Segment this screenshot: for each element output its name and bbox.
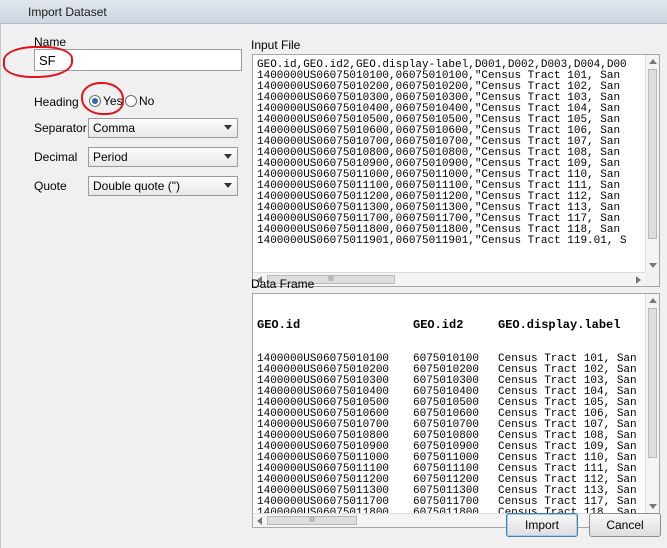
data-frame-horizontal-scrollbar[interactable]: III — [253, 513, 645, 527]
input-file-vertical-scrollbar[interactable] — [645, 55, 659, 272]
heading-label: Heading — [34, 95, 79, 109]
heading-no-label: No — [139, 94, 155, 108]
heading-no-radio[interactable] — [125, 95, 137, 107]
data-frame-vertical-scrollbar[interactable] — [645, 294, 659, 513]
scroll-up-icon[interactable] — [649, 298, 657, 303]
quote-select[interactable]: Double quote (") — [88, 176, 238, 196]
column-header: GEO.id — [257, 318, 301, 332]
data-frame-rows: 1400000US06075010100 6075010100 Census Tra… — [257, 354, 637, 528]
name-label: Name — [34, 35, 67, 49]
decimal-value: Period — [93, 150, 128, 164]
chevron-down-icon — [224, 125, 232, 130]
heading-yes-radio[interactable] — [89, 95, 101, 107]
scroll-right-icon[interactable] — [636, 276, 641, 284]
decimal-label: Decimal — [34, 150, 78, 164]
separator-label: Separator — [34, 121, 87, 135]
data-frame-label: Data Frame — [251, 277, 315, 291]
scroll-down-icon[interactable] — [649, 263, 657, 268]
scroll-up-icon[interactable] — [649, 59, 657, 64]
heading-yes-option[interactable]: Yes — [89, 94, 123, 108]
scroll-down-icon[interactable] — [649, 504, 657, 509]
column-header: GEO.id2 — [413, 318, 464, 332]
column-header: GEO.display.label — [498, 318, 621, 332]
input-file-label: Input File — [251, 38, 301, 52]
import-button[interactable]: Import — [506, 513, 578, 537]
quote-label: Quote — [34, 179, 67, 193]
data-frame-horizontal-thumb[interactable]: III — [267, 516, 357, 525]
quote-value: Double quote (") — [93, 179, 180, 193]
data-frame-vertical-thumb[interactable] — [648, 308, 657, 458]
data-frame-header-row: GEO.id GEO.id2 GEO.display.label — [257, 319, 637, 332]
chevron-down-icon — [224, 154, 232, 159]
name-input[interactable] — [34, 49, 242, 71]
data-frame-table: GEO.id GEO.id2 GEO.display.label 1400000… — [257, 297, 637, 528]
input-file-vertical-thumb[interactable] — [648, 69, 657, 239]
import-dataset-dialog: Name Heading Yes No Separator Comma Deci… — [0, 24, 667, 548]
heading-no-option[interactable]: No — [125, 94, 154, 108]
scroll-left-icon[interactable] — [257, 517, 262, 525]
separator-value: Comma — [93, 121, 136, 135]
heading-yes-label: Yes — [103, 94, 123, 108]
cancel-button[interactable]: Cancel — [589, 513, 661, 537]
scroll-corner — [645, 272, 659, 286]
chevron-down-icon — [224, 183, 232, 188]
data-frame-preview[interactable]: GEO.id GEO.id2 GEO.display.label 1400000… — [252, 293, 660, 528]
separator-select[interactable]: Comma — [88, 118, 238, 138]
input-file-preview[interactable]: GEO.id,GEO.id2,GEO.display-label,D001,D0… — [252, 54, 660, 287]
input-file-text: GEO.id,GEO.id2,GEO.display-label,D001,D0… — [257, 60, 627, 247]
window-title: Import Dataset — [28, 5, 107, 19]
decimal-select[interactable]: Period — [88, 147, 238, 167]
window-title-bar: Import Dataset — [0, 0, 667, 24]
input-file-line: 1400000US06075011901,06075011901,"Census… — [257, 235, 627, 247]
